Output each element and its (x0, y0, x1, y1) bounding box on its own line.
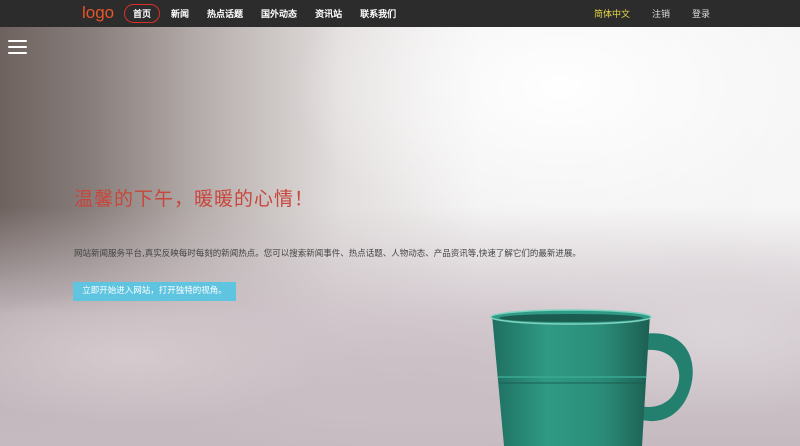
login-link[interactable]: 登录 (692, 7, 710, 20)
main-nav: 首页 新闻 热点话题 国外动态 资讯站 联系我们 (124, 0, 414, 27)
nav-item-info-station[interactable]: 资讯站 (315, 7, 342, 20)
hero-description: 网站新闻服务平台,真实反映每时每刻的新闻热点。您可以搜索新闻事件、热点话题、人物… (74, 249, 581, 259)
hero-headline: 温馨的下午，暖暖的心情！ (74, 188, 315, 210)
coffee-mug-image (490, 309, 693, 446)
top-navigation-bar: logo 首页 新闻 热点话题 国外动态 资讯站 联系我们 简体中文 注销 登录 (0, 0, 800, 27)
hamburger-menu-icon[interactable] (8, 40, 27, 54)
nav-item-home[interactable]: 首页 (124, 4, 161, 23)
site-logo[interactable]: logo (82, 3, 114, 23)
nav-item-foreign-news[interactable]: 国外动态 (261, 7, 297, 20)
nav-item-hot-topics[interactable]: 热点话题 (207, 7, 243, 20)
enter-site-button[interactable]: 立即开始进入网站，打开独特的视角。 (73, 282, 236, 301)
nav-item-news[interactable]: 新闻 (171, 7, 189, 20)
logout-link[interactable]: 注销 (652, 7, 670, 20)
language-selector[interactable]: 简体中文 (594, 7, 630, 20)
user-nav: 简体中文 注销 登录 (594, 0, 710, 27)
nav-item-contact[interactable]: 联系我们 (360, 7, 396, 20)
mug-body (492, 315, 650, 446)
